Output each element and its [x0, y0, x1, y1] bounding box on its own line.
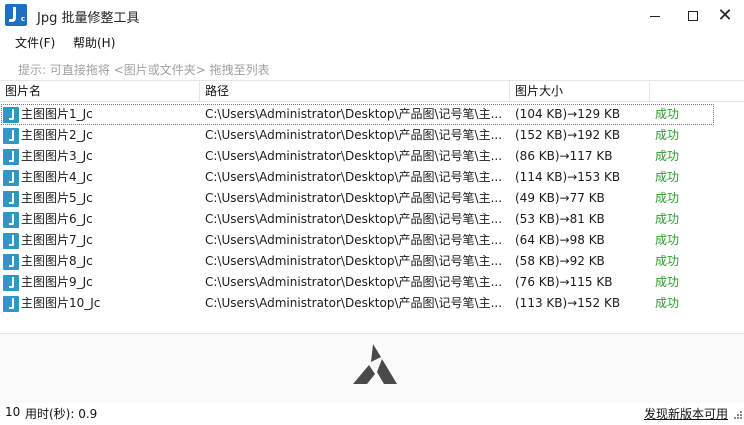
row-path: C:\Users\Administrator\Desktop\产品图\记号笔\主… — [205, 128, 503, 142]
menu-file[interactable]: 文件(F) — [15, 34, 55, 51]
row-path: C:\Users\Administrator\Desktop\产品图\记号笔\主… — [205, 149, 503, 163]
row-name: 主图图片10_Jc — [21, 296, 101, 310]
close-button[interactable]: ✕ — [702, 0, 744, 31]
row-size: (49 KB)→77 KB — [515, 191, 605, 205]
row-status: 成功 — [655, 107, 680, 121]
row-path: C:\Users\Administrator\Desktop\产品图\记号笔\主… — [205, 233, 503, 247]
column-header-path[interactable]: 路径 — [200, 81, 510, 102]
table-row[interactable]: 主图图片5_Jc C:\Users\Administrator\Desktop\… — [0, 188, 744, 209]
row-size: (76 KB)→115 KB — [515, 275, 613, 289]
row-status: 成功 — [655, 296, 680, 310]
list-rows: 主图图片1_Jc C:\Users\Administrator\Desktop\… — [0, 104, 744, 314]
row-status: 成功 — [655, 128, 680, 142]
jpg-file-icon — [3, 212, 19, 228]
row-status: 成功 — [655, 191, 680, 205]
jpg-file-icon — [3, 233, 19, 249]
row-path: C:\Users\Administrator\Desktop\产品图\记号笔\主… — [205, 212, 503, 226]
jpg-file-icon — [3, 170, 19, 186]
row-name: 主图图片3_Jc — [21, 149, 93, 163]
window-title: Jpg 批量修整工具 — [37, 11, 140, 26]
row-name: 主图图片4_Jc — [21, 170, 93, 184]
row-size: (104 KB)→129 KB — [515, 107, 621, 121]
row-size: (152 KB)→192 KB — [515, 128, 621, 142]
app-icon: c — [5, 4, 27, 26]
table-row[interactable]: 主图图片2_Jc C:\Users\Administrator\Desktop\… — [0, 125, 744, 146]
row-size: (64 KB)→98 KB — [515, 233, 605, 247]
row-name: 主图图片5_Jc — [21, 191, 93, 205]
row-name: 主图图片1_Jc — [21, 107, 93, 121]
minimize-icon — [650, 16, 660, 17]
jpg-file-icon — [3, 191, 19, 207]
column-header-size[interactable]: 图片大小 — [510, 81, 650, 102]
status-bar: 10 用时(秒): 0.9 发现新版本可用 — [0, 403, 744, 425]
row-name: 主图图片9_Jc — [21, 275, 93, 289]
table-row[interactable]: 主图图片9_Jc C:\Users\Administrator\Desktop\… — [0, 272, 744, 293]
update-link[interactable]: 发现新版本可用 — [644, 405, 728, 422]
row-path: C:\Users\Administrator\Desktop\产品图\记号笔\主… — [205, 191, 503, 205]
drag-hint: 提示: 可直接拖将 <图片或文件夹> 拖拽至列表 — [18, 63, 270, 77]
row-name: 主图图片7_Jc — [21, 233, 93, 247]
jpg-file-icon — [3, 128, 19, 144]
menu-help[interactable]: 帮助(H) — [73, 34, 115, 51]
table-row[interactable]: 主图图片4_Jc C:\Users\Administrator\Desktop\… — [0, 167, 744, 188]
table-row[interactable]: 主图图片3_Jc C:\Users\Administrator\Desktop\… — [0, 146, 744, 167]
row-status: 成功 — [655, 149, 680, 163]
jpg-file-icon — [3, 149, 19, 165]
row-status: 成功 — [655, 212, 680, 226]
resize-grip-icon[interactable] — [733, 409, 743, 421]
row-size: (86 KB)→117 KB — [515, 149, 613, 163]
maximize-icon — [688, 10, 698, 21]
title-bar: c Jpg 批量修整工具 ✕ — [0, 0, 744, 31]
table-row[interactable]: 主图图片10_Jc C:\Users\Administrator\Desktop… — [0, 293, 744, 314]
row-status: 成功 — [655, 170, 680, 184]
row-size: (114 KB)→153 KB — [515, 170, 621, 184]
row-name: 主图图片8_Jc — [21, 254, 93, 268]
row-name: 主图图片6_Jc — [21, 212, 93, 226]
table-row[interactable]: 主图图片8_Jc C:\Users\Administrator\Desktop\… — [0, 251, 744, 272]
row-path: C:\Users\Administrator\Desktop\产品图\记号笔\主… — [205, 254, 503, 268]
row-size: (58 KB)→92 KB — [515, 254, 605, 268]
row-size: (113 KB)→152 KB — [515, 296, 621, 310]
list-header: 图片名 路径 图片大小 — [0, 81, 744, 102]
row-name: 主图图片2_Jc — [21, 128, 93, 142]
row-size: (53 KB)→81 KB — [515, 212, 605, 226]
jpg-file-icon — [3, 296, 19, 312]
table-row[interactable]: 主图图片7_Jc C:\Users\Administrator\Desktop\… — [0, 230, 744, 251]
file-count: 10 — [5, 405, 21, 419]
row-status: 成功 — [655, 254, 680, 268]
table-row[interactable]: 主图图片6_Jc C:\Users\Administrator\Desktop\… — [0, 209, 744, 230]
row-status: 成功 — [655, 233, 680, 247]
table-row[interactable]: 主图图片1_Jc C:\Users\Administrator\Desktop\… — [0, 104, 744, 125]
row-path: C:\Users\Administrator\Desktop\产品图\记号笔\主… — [205, 275, 503, 289]
row-path: C:\Users\Administrator\Desktop\产品图\记号笔\主… — [205, 170, 503, 184]
row-path: C:\Users\Administrator\Desktop\产品图\记号笔\主… — [205, 107, 503, 121]
column-header-name[interactable]: 图片名 — [0, 81, 200, 102]
elapsed-time: 用时(秒): 0.9 — [25, 407, 98, 421]
jpg-file-icon — [3, 107, 19, 123]
row-status: 成功 — [655, 275, 680, 289]
close-icon: ✕ — [717, 5, 733, 26]
file-list[interactable]: 图片名 路径 图片大小 主图图片1_Jc C:\Users\Administra… — [0, 80, 744, 333]
jpg-file-icon — [3, 254, 19, 270]
brand-logo-icon[interactable] — [351, 344, 399, 386]
jpg-file-icon — [3, 275, 19, 291]
row-path: C:\Users\Administrator\Desktop\产品图\记号笔\主… — [205, 296, 503, 310]
